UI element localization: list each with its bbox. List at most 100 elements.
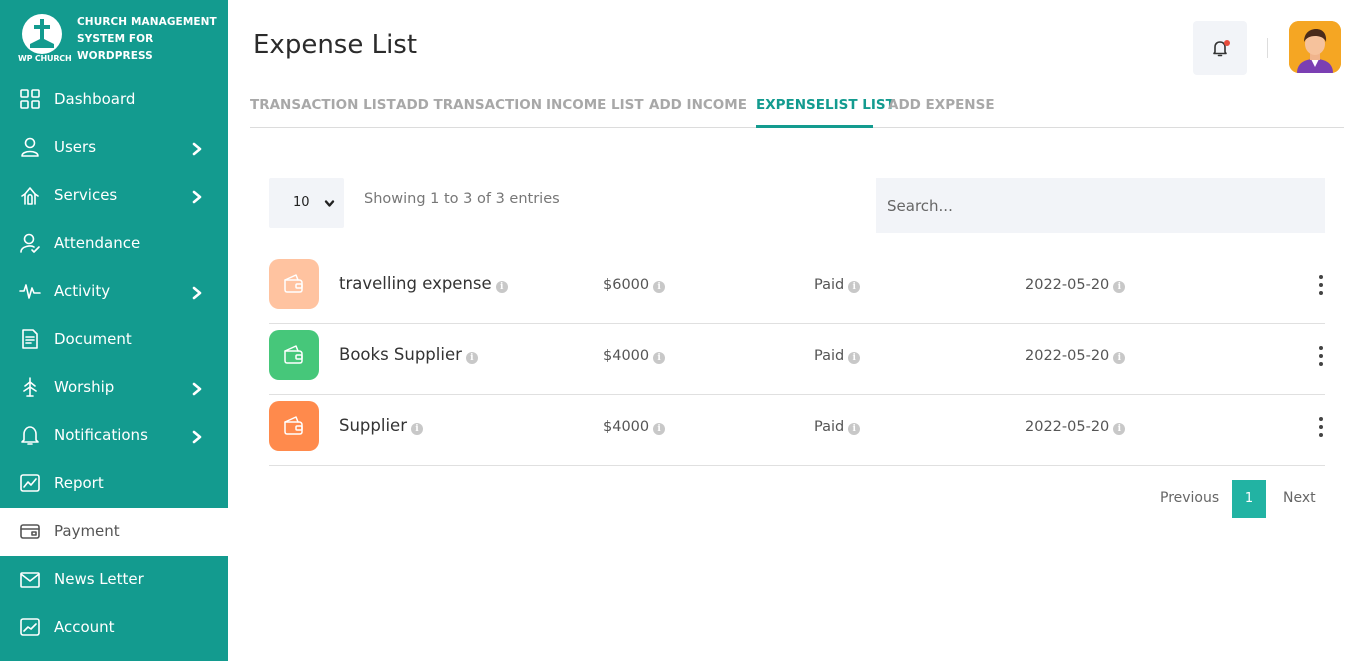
sidebar-item-dashboard[interactable]: Dashboard [0, 76, 228, 124]
sidebar-item-activity[interactable]: Activity [0, 268, 228, 316]
wallet-icon [269, 401, 319, 451]
sidebar-item-label: Report [54, 474, 104, 492]
sidebar-item-notifications[interactable]: Notifications [0, 412, 228, 460]
page-length-value: 10 [293, 195, 310, 210]
services-icon [19, 184, 41, 206]
info-icon[interactable]: i [653, 281, 666, 293]
chevron-right-icon [191, 429, 203, 444]
document-icon [19, 328, 41, 350]
payment-icon [19, 520, 41, 542]
notifications-button[interactable] [1193, 21, 1247, 75]
chevron-right-icon [191, 141, 203, 156]
bell-icon [19, 424, 41, 446]
table-row: travelling expense i $6000 i Paid i 2022-05… [269, 253, 1325, 324]
row-actions-menu-icon[interactable] [1316, 273, 1326, 297]
sidebar-item-label: Services [54, 186, 118, 204]
sidebar-item-services[interactable]: Services [0, 172, 228, 220]
search-input[interactable] [876, 178, 1325, 233]
brand[interactable]: WP CHURCH CHURCH MANAGEMENT SYSTEM FOR W… [18, 12, 218, 68]
brand-title: CHURCH MANAGEMENT SYSTEM FOR WORDPRESS [77, 16, 217, 62]
sidebar-item-worship[interactable]: Worship [0, 364, 228, 412]
expense-date: 2022-05-20 i [1025, 348, 1126, 364]
info-icon[interactable]: i [410, 423, 423, 435]
expense-name: Books Supplier i [339, 345, 478, 364]
sidebar-item-label: Attendance [54, 234, 141, 252]
sidebar-item-label: Dashboard [54, 90, 136, 108]
info-icon[interactable]: i [653, 423, 666, 435]
attendance-icon [19, 232, 41, 254]
notification-dot [1224, 40, 1230, 46]
sidebar-item-users[interactable]: Users [0, 124, 228, 172]
expense-name: travelling expense i [339, 274, 508, 293]
tab-add-expense[interactable]: ADD EXPENSE [888, 97, 995, 113]
tab-income-list[interactable]: INCOME LIST [546, 97, 644, 113]
expense-date: 2022-05-20 i [1025, 277, 1126, 293]
brand-logo-text: WP CHURCH [18, 54, 72, 63]
header-divider [1267, 38, 1268, 58]
tab-transaction-list[interactable]: TRANSACTION LIST [250, 97, 396, 113]
chevron-down-icon [324, 200, 335, 207]
church-logo-icon [22, 14, 62, 54]
chevron-right-icon [191, 189, 203, 204]
info-icon[interactable]: i [848, 423, 861, 435]
grid-icon [19, 88, 41, 110]
info-icon[interactable]: i [848, 352, 861, 364]
info-icon[interactable]: i [1113, 281, 1126, 293]
user-icon [19, 136, 41, 158]
sidebar-item-label: Notifications [54, 426, 148, 444]
avatar[interactable] [1289, 21, 1341, 73]
expense-status: Paid i [814, 348, 861, 364]
sidebar-item-payment[interactable]: Payment [0, 508, 228, 556]
info-icon[interactable]: i [848, 281, 861, 293]
expense-date: 2022-05-20 i [1025, 419, 1126, 435]
sidebar: WP CHURCH CHURCH MANAGEMENT SYSTEM FOR W… [0, 0, 228, 661]
sidebar-item-report[interactable]: Report [0, 460, 228, 508]
expense-amount: $4000 i [603, 419, 666, 435]
active-tab-indicator [756, 125, 873, 128]
pagination-previous[interactable]: Previous [1160, 490, 1219, 506]
worship-icon [19, 376, 41, 398]
pagination-next[interactable]: Next [1283, 490, 1316, 506]
info-icon[interactable]: i [495, 281, 508, 293]
chevron-right-icon [191, 285, 203, 300]
page-title: Expense List [253, 30, 418, 60]
expense-name: Supplier i [339, 416, 423, 435]
row-actions-menu-icon[interactable] [1316, 344, 1326, 368]
account-icon [19, 616, 41, 638]
page-length-select[interactable]: 10 [269, 178, 344, 228]
tab-bar: TRANSACTION LIST ADD TRANSACTION INCOME … [250, 92, 1344, 128]
expense-amount: $6000 i [603, 277, 666, 293]
expense-amount: $4000 i [603, 348, 666, 364]
table-row: Books Supplier i $4000 i Paid i 2022-05-20 i [269, 324, 1325, 395]
info-icon[interactable]: i [1113, 352, 1126, 364]
chevron-right-icon [191, 381, 203, 396]
entries-info: Showing 1 to 3 of 3 entries [364, 191, 560, 207]
sidebar-item-account[interactable]: Account [0, 604, 228, 652]
newsletter-icon [19, 568, 41, 590]
pagination-page-1[interactable]: 1 [1232, 480, 1266, 518]
tab-expense-list[interactable]: EXPENSELIST LIST [756, 97, 895, 113]
report-icon [19, 472, 41, 494]
sidebar-item-label: Payment [54, 522, 120, 540]
sidebar-item-news-letter[interactable]: News Letter [0, 556, 228, 604]
row-actions-menu-icon[interactable] [1316, 415, 1326, 439]
sidebar-item-label: Document [54, 330, 132, 348]
sidebar-item-label: News Letter [54, 570, 144, 588]
sidebar-item-label: Account [54, 618, 115, 636]
info-icon[interactable]: i [1113, 423, 1126, 435]
tab-add-transaction[interactable]: ADD TRANSACTION [396, 97, 542, 113]
pulse-icon [19, 280, 41, 302]
sidebar-item-label: Activity [54, 282, 111, 300]
info-icon[interactable]: i [465, 352, 478, 364]
table-row: Supplier i $4000 i Paid i 2022-05-20 i [269, 395, 1325, 466]
info-icon[interactable]: i [653, 352, 666, 364]
sidebar-item-document[interactable]: Document [0, 316, 228, 364]
sidebar-item-attendance[interactable]: Attendance [0, 220, 228, 268]
wallet-icon [269, 259, 319, 309]
wallet-icon [269, 330, 319, 380]
expense-status: Paid i [814, 419, 861, 435]
sidebar-item-label: Worship [54, 378, 115, 396]
expense-status: Paid i [814, 277, 861, 293]
sidebar-item-label: Users [54, 138, 97, 156]
tab-add-income[interactable]: ADD INCOME [649, 97, 747, 113]
